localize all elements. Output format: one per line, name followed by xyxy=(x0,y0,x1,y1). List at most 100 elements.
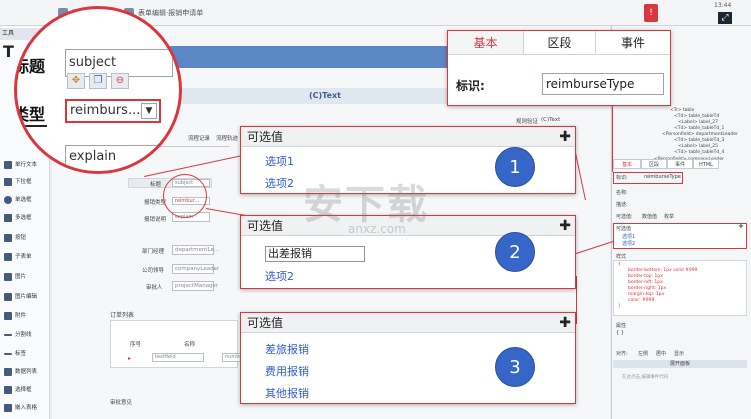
popup-1-option-1[interactable]: 选项1 xyxy=(265,153,294,169)
magnifier-zoom: 标题 类型 subject ✥ ❐ ⊖ reimburs... ▼ explai… xyxy=(14,6,182,174)
callout-line xyxy=(576,276,577,324)
field-approver[interactable]: projectManager xyxy=(172,281,218,291)
rp-radio-numeric[interactable]: 数值值 xyxy=(642,213,657,220)
tree-node[interactable]: <Label> label_25 xyxy=(678,144,718,149)
rp-desc-label: 描述: xyxy=(616,202,628,208)
hand-icon xyxy=(4,234,12,242)
label-reimburse-explain: 报销说明 xyxy=(144,217,167,223)
subtab-process-track[interactable]: 流程轨迹 xyxy=(216,134,238,142)
approval-opinion-label: 审批意见 xyxy=(110,400,133,406)
tab-event[interactable]: 事件 xyxy=(596,31,670,55)
popup-1-option-2[interactable]: 选项2 xyxy=(265,175,294,191)
field-dept-manager[interactable]: departmentLe... xyxy=(172,245,219,255)
divider-icon xyxy=(4,334,12,336)
rp-event-hint: 在此点击,编辑事件代码 xyxy=(622,375,669,380)
property-tabs-zoom: 基本 区段 事件 标识: reimburseType xyxy=(447,30,671,106)
tool-checkbox[interactable]: 多选框 xyxy=(4,213,48,235)
rp-validate-label: 可选值: xyxy=(616,214,633,220)
rp-tab-section[interactable]: 区段 xyxy=(641,159,667,169)
rp-align-left[interactable]: 左侧 xyxy=(638,350,648,357)
tree-node[interactable]: <Td> table_tableTd_3 xyxy=(674,138,724,143)
notice-badge-icon[interactable]: ! xyxy=(644,4,658,22)
tree-node[interactable]: <Tr> table xyxy=(670,108,694,113)
tree-node[interactable]: <Label> label_27 xyxy=(678,120,718,125)
tool-image[interactable]: 图片 xyxy=(4,272,48,294)
tab-ctext[interactable]: (C)Text xyxy=(541,117,560,123)
rp-tab-basic[interactable]: 基本 xyxy=(613,159,641,169)
tree-node[interactable]: <Personfield> departmentLeader xyxy=(662,132,738,137)
rp-align-label: 对齐: xyxy=(616,351,628,357)
label-dept-manager: 部门经理 xyxy=(142,249,165,255)
rp-tab-event[interactable]: 事件 xyxy=(667,159,693,169)
fullscreen-icon[interactable]: ⤢ xyxy=(718,12,732,24)
tree-node[interactable]: <Td> table_tableTd_4 xyxy=(674,150,724,155)
table-icon xyxy=(4,404,12,412)
subtab-process-record[interactable]: 流程记录 xyxy=(188,134,210,142)
row-index-icon: ▸ xyxy=(128,355,132,362)
rp-options-label: 可选值 xyxy=(616,226,632,232)
tab-section[interactable]: 区段 xyxy=(524,31,596,55)
tab-rule-validate[interactable]: 规则验证 xyxy=(516,117,538,125)
rp-option-1[interactable]: 选项1 xyxy=(622,233,635,240)
rp-tab-html[interactable]: HTML xyxy=(693,159,719,169)
rp-prop-brace: { } xyxy=(616,330,624,336)
move-icon[interactable]: ✥ xyxy=(67,73,85,89)
popup-2-option-2[interactable]: 选项2 xyxy=(265,268,294,284)
popup-3-option-3[interactable]: 其他报销 xyxy=(265,385,309,401)
mag-input-explain[interactable]: explain xyxy=(65,145,179,171)
table-header-name: 名称 xyxy=(184,342,196,348)
popup-3-option-1[interactable]: 差旅报销 xyxy=(265,341,309,357)
rp-name-label: 名称: xyxy=(616,190,628,196)
rp-css-lines: { border-bottom: 1px solid #999 border-t… xyxy=(618,262,698,309)
id-input[interactable]: reimburseType xyxy=(542,73,664,95)
rp-option-2[interactable]: 选项2 xyxy=(622,240,635,247)
rp-align-show[interactable]: 显示 xyxy=(674,350,684,357)
tree-node[interactable]: <Td> table_tableTd_1 xyxy=(674,126,724,131)
select-box-icon xyxy=(4,386,12,394)
popup-3-title: 可选值 xyxy=(241,313,575,333)
table-header-no: 序号 xyxy=(130,342,142,348)
step-badge-2: 2 xyxy=(495,232,535,272)
callout-line xyxy=(612,106,613,172)
rp-id-value[interactable]: reimburseType xyxy=(644,174,681,180)
field-number[interactable]: number xyxy=(222,353,245,362)
mag-divider xyxy=(17,125,47,127)
delete-icon[interactable]: ⊖ xyxy=(111,73,129,89)
rp-radio-enum[interactable]: 枚举 xyxy=(664,213,674,220)
component-tree: <Tr> table <Td> table_tableTd <Label> la… xyxy=(662,108,744,158)
popup-3-plus-icon[interactable]: ✚ xyxy=(559,314,571,332)
attachment-icon xyxy=(4,312,12,320)
field-textfield[interactable]: textfield xyxy=(152,353,204,362)
popup-3-option-2[interactable]: 费用报销 xyxy=(265,363,309,379)
label-company-leader: 公司领导 xyxy=(142,268,165,274)
tree-node[interactable]: <Td> table_tableTd xyxy=(674,114,719,119)
field-company-leader[interactable]: companyLeader xyxy=(172,264,219,274)
popup-1-plus-icon[interactable]: ✚ xyxy=(559,128,571,146)
tool-embed-table[interactable]: 嵌入表格 xyxy=(4,403,48,419)
image-icon xyxy=(4,273,12,281)
rp-options-plus-icon[interactable]: + xyxy=(738,222,744,230)
dropdown-icon xyxy=(4,178,12,186)
text-icon xyxy=(4,161,12,169)
popup-2-option-input[interactable]: 出差报销 xyxy=(265,246,365,262)
image-edit-icon xyxy=(4,293,12,301)
chevron-down-icon[interactable]: ▼ xyxy=(141,103,157,119)
checkbox-icon xyxy=(4,214,12,222)
popup-1-title: 可选值 xyxy=(241,127,575,147)
rp-expand-bar[interactable]: 展开面板 xyxy=(613,360,747,368)
app-root: 流程管理 表单编辑·报销申请单 ! 13:44 ⤢ 工具 T 单行文本 下拉框 … xyxy=(0,0,751,419)
copy-icon[interactable]: ❐ xyxy=(89,73,107,89)
rp-align-center[interactable]: 居中 xyxy=(656,350,666,357)
mag-label-type: 类型 xyxy=(14,105,46,124)
list-icon xyxy=(4,368,12,376)
tool-subform[interactable]: 子表单 xyxy=(4,252,48,274)
subform-icon xyxy=(4,253,12,261)
options-popup-3: 可选值 ✚ 差旅报销 费用报销 其他报销 3 xyxy=(240,312,576,404)
table-title: 订单列表 xyxy=(110,312,135,319)
step-badge-3: 3 xyxy=(495,347,535,387)
clock-time: 13:44 xyxy=(714,2,732,9)
tab-basic[interactable]: 基本 xyxy=(448,31,524,55)
label-approver: 审批人 xyxy=(146,285,163,291)
text-tool-icon[interactable]: T xyxy=(3,42,14,61)
popup-2-plus-icon[interactable]: ✚ xyxy=(559,217,571,235)
